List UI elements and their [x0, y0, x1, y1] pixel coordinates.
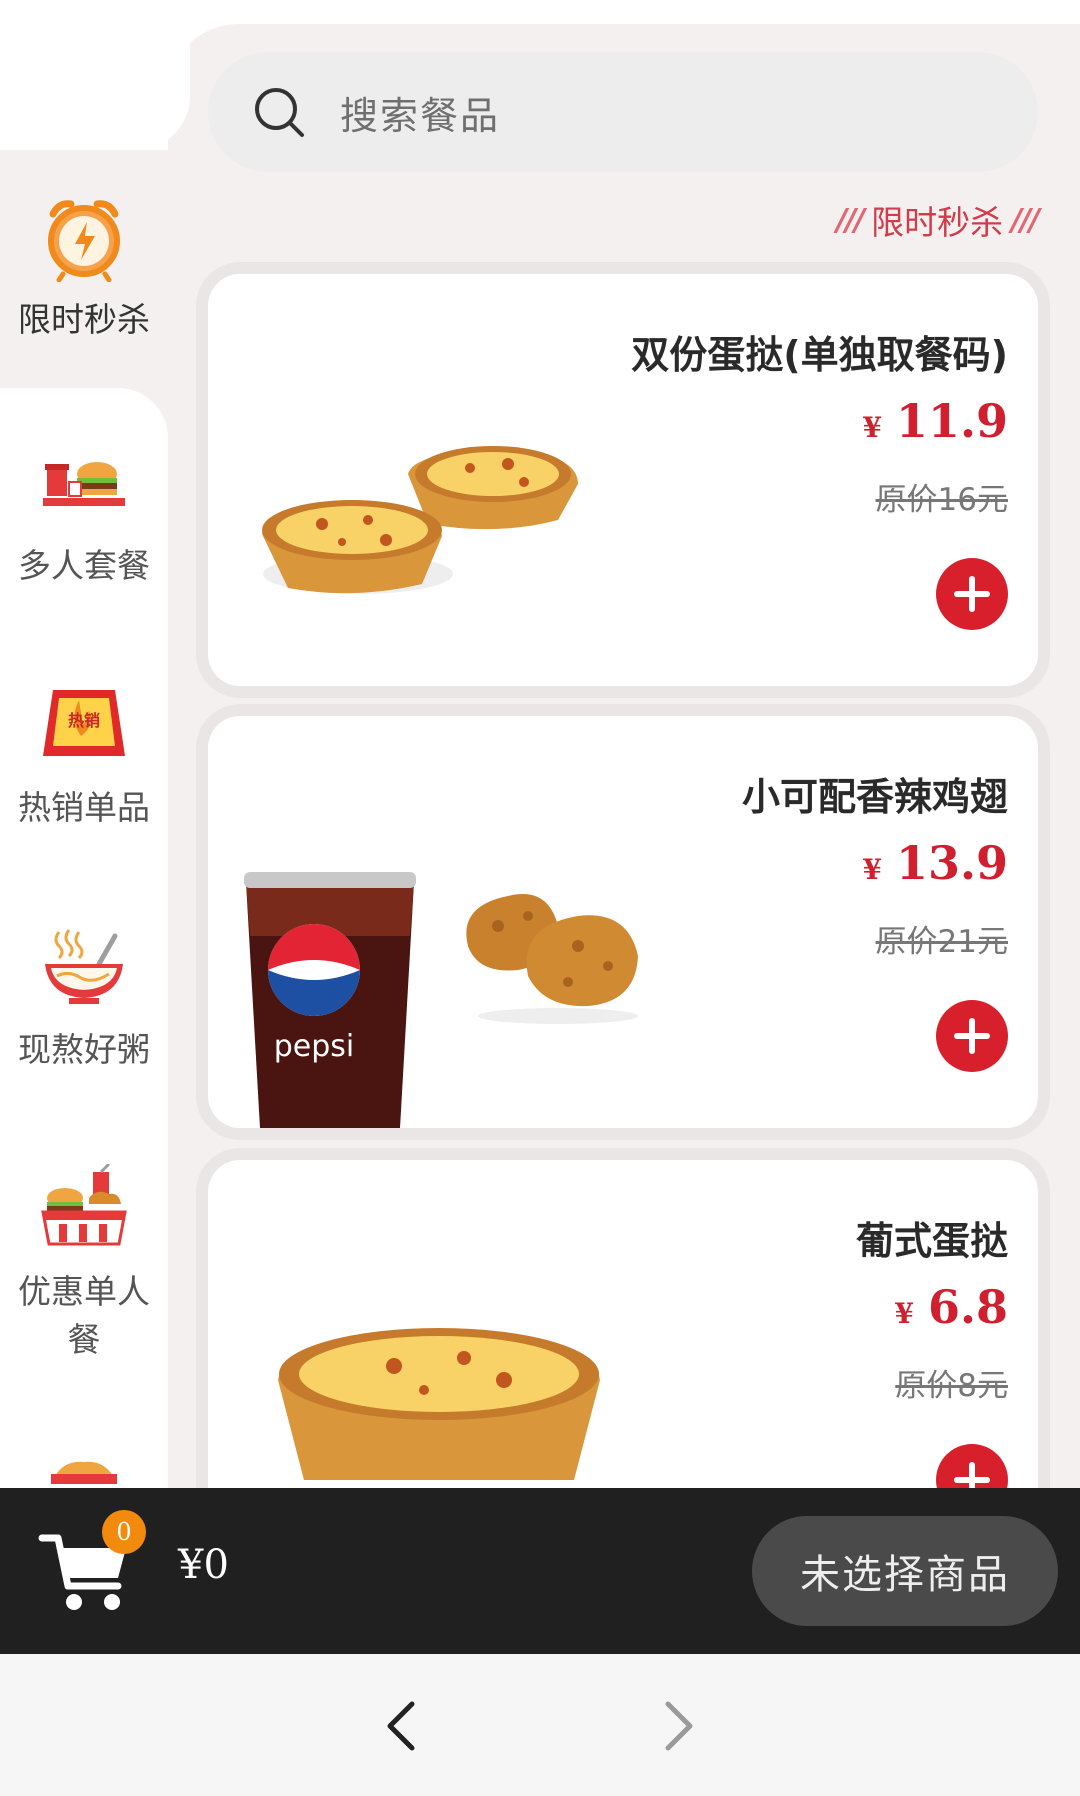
- decor-slashes-left: ///: [836, 202, 865, 238]
- currency-symbol: ¥: [862, 853, 882, 886]
- search-icon: [255, 88, 304, 137]
- original-price: 原价21元: [875, 924, 1008, 960]
- add-to-cart-button[interactable]: [936, 558, 1008, 630]
- search-placeholder: 搜索餐品: [340, 93, 501, 138]
- forward-arrow-icon[interactable]: [660, 1698, 700, 1754]
- product-image-two-egg-tarts: [262, 446, 578, 594]
- product-image-egg-tart: [278, 1328, 600, 1480]
- product-name: 小可配香辣鸡翅: [741, 775, 1008, 819]
- sidebar-item-label: 限时秒杀: [18, 300, 150, 339]
- sidebar-item-more[interactable]: [0, 1456, 168, 1488]
- currency-symbol: ¥: [894, 1297, 914, 1330]
- original-price: 原价16元: [875, 482, 1008, 518]
- product-price: ¥ 11.9: [862, 394, 1008, 448]
- section-title: 限时秒杀: [871, 203, 1004, 242]
- back-arrow-icon[interactable]: [380, 1698, 420, 1754]
- currency-symbol: ¥: [862, 411, 882, 444]
- product-image-wings: [466, 894, 638, 1024]
- page: 搜索餐品 限时秒杀 多人套餐 热销 热销单品 现熬好粥 优惠单人餐 /// 限时…: [0, 0, 1080, 1796]
- sidebar-item-flash-sale[interactable]: 限时秒杀: [0, 160, 168, 388]
- sidebar-item-label: 优惠单人餐: [18, 1272, 150, 1359]
- browser-nav-bar: [0, 1654, 1080, 1796]
- sidebar-item-single-meal[interactable]: 优惠单人餐: [0, 1164, 168, 1364]
- product-price: ¥ 13.9: [862, 836, 1008, 890]
- original-price: 原价8元: [895, 1368, 1008, 1404]
- porridge-bowl-icon: [45, 929, 123, 1004]
- sidebar-top: [0, 0, 190, 150]
- product-card[interactable]: 双份蛋挞(单独取餐码) ¥ 11.9 原价16元: [208, 274, 1038, 686]
- cart-count-badge: 0: [102, 1510, 146, 1554]
- product-name: 葡式蛋挞: [855, 1219, 1008, 1263]
- bucket-icon: [51, 1461, 117, 1484]
- section-header: /// 限时秒杀 ///: [836, 196, 1040, 244]
- pepsi-brand-text: pepsi: [274, 1029, 355, 1064]
- cart-bar: 0 ¥0 未选择商品: [0, 1488, 1080, 1654]
- svg-text:热销: 热销: [68, 711, 100, 730]
- sidebar-item-hot-sale[interactable]: 热销 热销单品: [0, 680, 168, 832]
- sidebar-item-porridge[interactable]: 现熬好粥: [0, 922, 168, 1074]
- combo-meal-icon: [43, 462, 125, 506]
- search-input[interactable]: 搜索餐品: [208, 52, 1038, 172]
- single-meal-icon: [41, 1164, 127, 1246]
- price-value: 13.9: [895, 836, 1008, 890]
- price-value: 11.9: [895, 394, 1008, 448]
- product-name: 双份蛋挞(单独取餐码): [631, 333, 1008, 377]
- price-value: 6.8: [927, 1280, 1008, 1334]
- sidebar-list: 多人套餐 热销 热销单品 现熬好粥 优惠单人餐: [0, 388, 168, 1488]
- sidebar-item-combo[interactable]: 多人套餐: [0, 438, 168, 590]
- hot-sale-icon: 热销: [43, 690, 125, 756]
- add-to-cart-button[interactable]: [936, 1000, 1008, 1072]
- cart-total: ¥0: [178, 1542, 229, 1588]
- checkout-button[interactable]: 未选择商品: [752, 1516, 1058, 1626]
- sidebar-item-label: 现熬好粥: [18, 1030, 150, 1069]
- sidebar-item-label: 多人套餐: [18, 546, 150, 585]
- decor-slashes-right: ///: [1011, 202, 1040, 238]
- product-card[interactable]: pepsi 小可配香辣鸡翅 ¥ 13.9 原价21元: [208, 716, 1038, 1128]
- alarm-clock-icon: [48, 200, 120, 282]
- product-price: ¥ 6.8: [894, 1280, 1008, 1334]
- product-image-pepsi-cup: pepsi: [244, 872, 416, 1128]
- sidebar-item-label: 热销单品: [18, 788, 150, 827]
